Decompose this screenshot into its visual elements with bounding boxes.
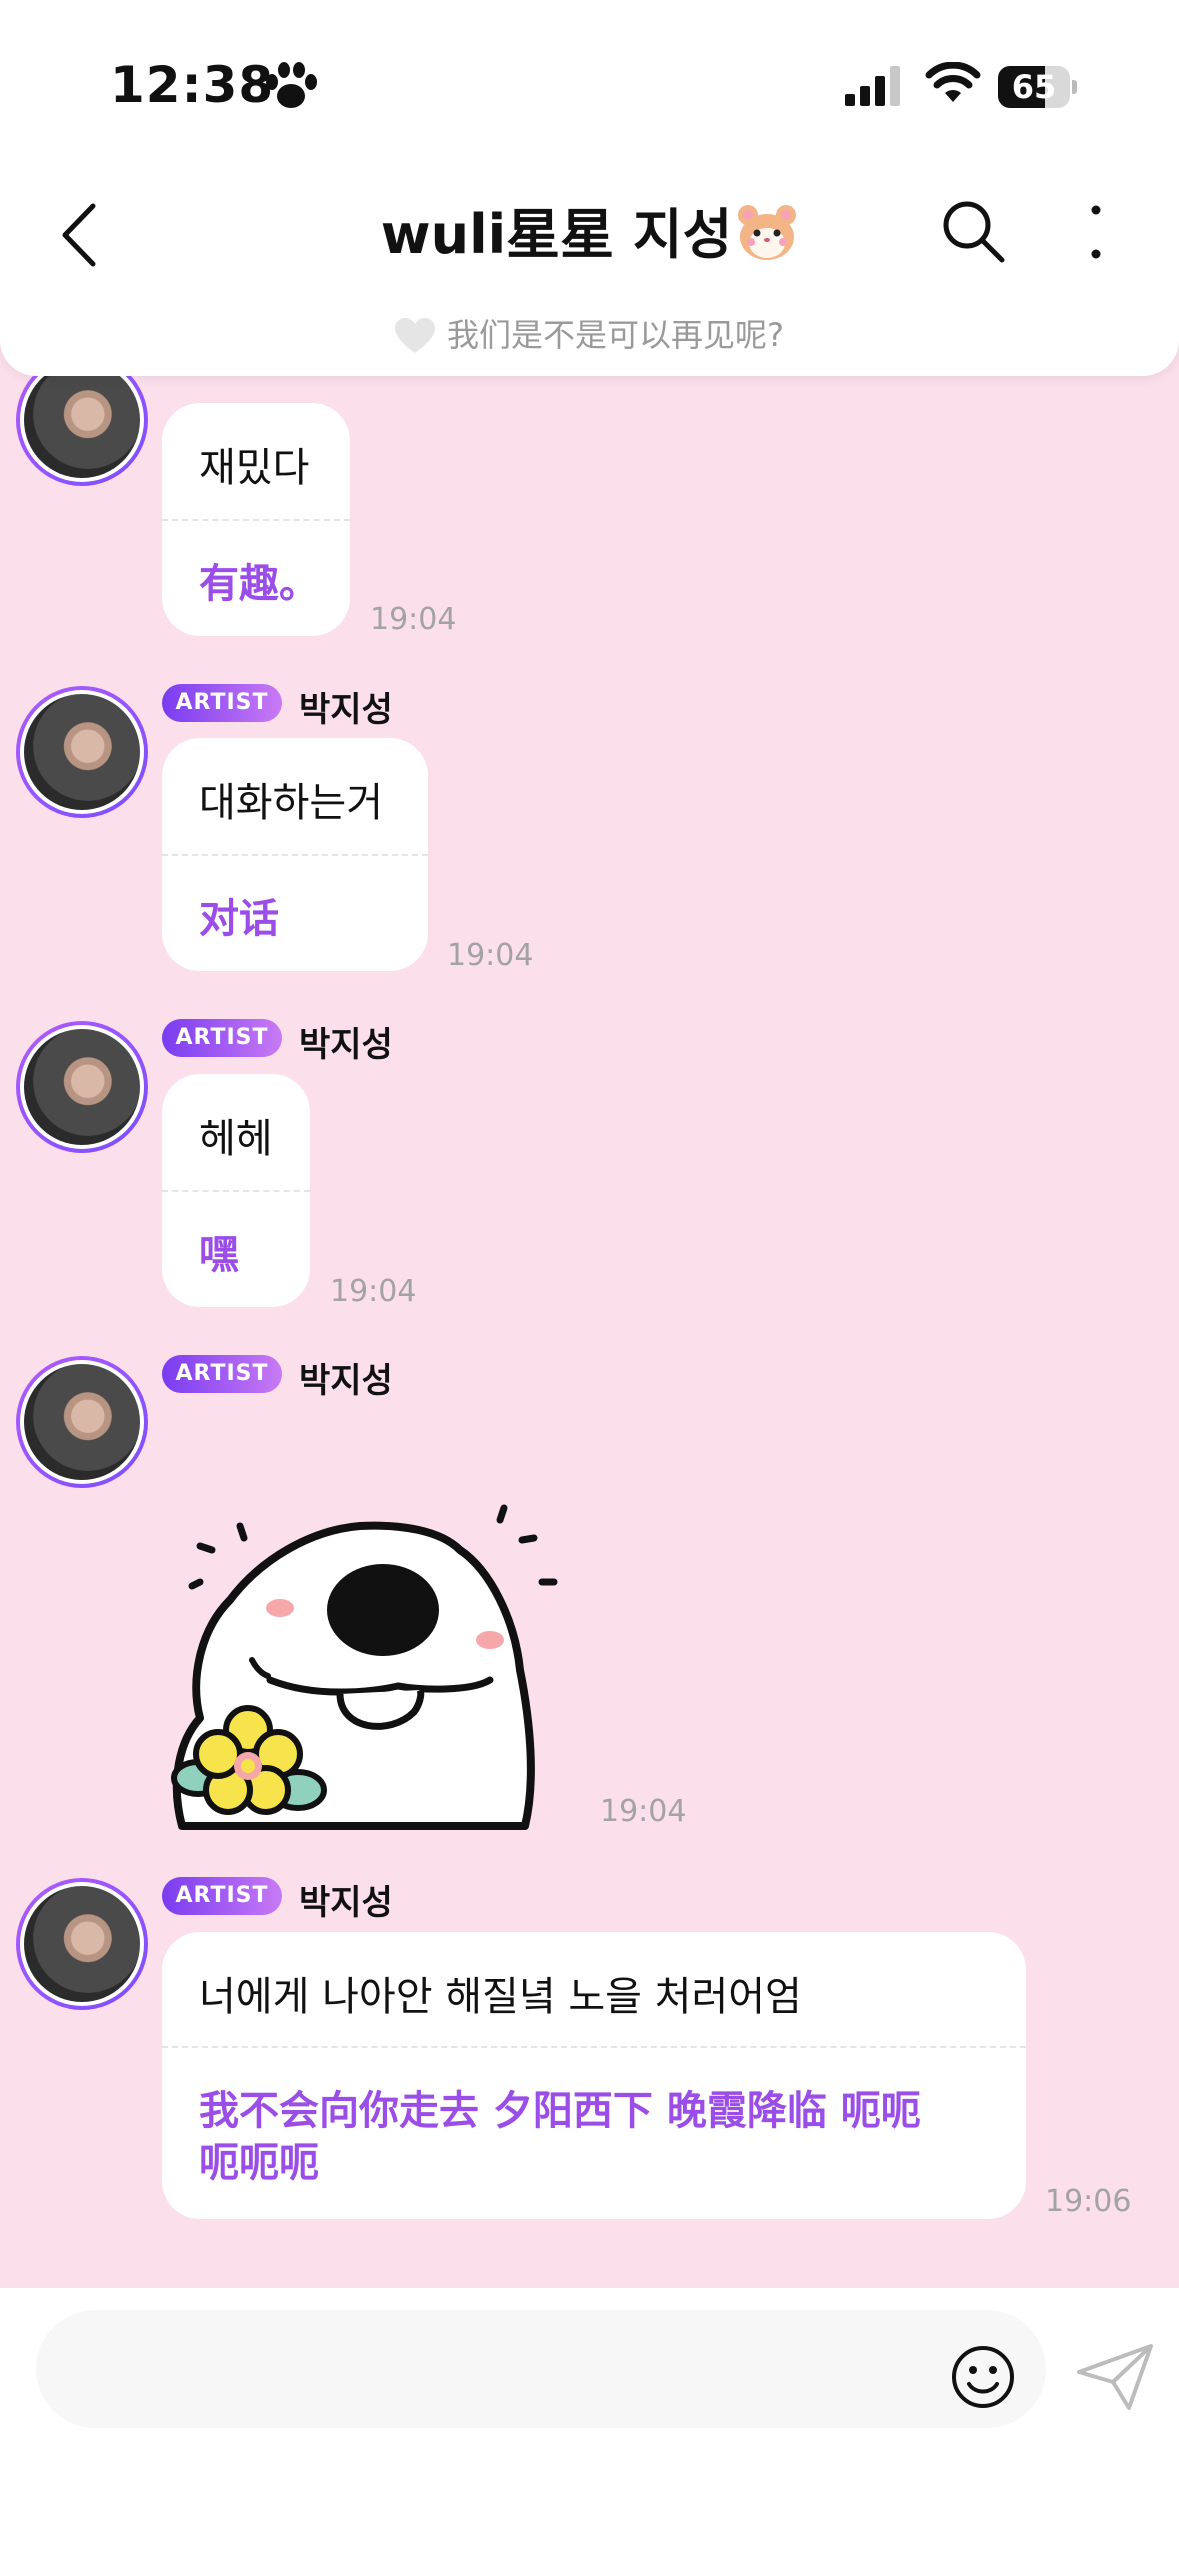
chat-header: wuli星星 지성 我们是不是可以再见呢?: [0, 160, 1179, 376]
artist-badge: ARTIST: [162, 1019, 282, 1057]
avatar[interactable]: [16, 1021, 148, 1153]
battery-indicator: 65: [998, 66, 1078, 108]
chat-notice[interactable]: 我们是不是可以再见呢?: [0, 310, 1179, 356]
hamster-emoji-icon: [738, 205, 797, 260]
artist-badge: ARTIST: [162, 1877, 282, 1915]
heart-icon: [395, 318, 435, 353]
message-time: 19:04: [330, 1274, 417, 1309]
message-input[interactable]: [36, 2310, 1046, 2428]
search-icon[interactable]: [940, 198, 1006, 264]
message-text: 헤헤: [199, 1116, 273, 1162]
message-translation-line2: 呃呃呃: [199, 2140, 319, 2186]
message-bubble[interactable]: 헤헤 嘿: [162, 1074, 310, 1307]
message-time: 19:04: [600, 1794, 687, 1829]
clock: 12:38: [110, 56, 275, 114]
message-translation: 有趣。: [199, 561, 319, 607]
message-text: 너에게 나아안 해질녘 노을 처러어엄: [199, 1974, 802, 2020]
sender-name: 박지성: [299, 1883, 393, 1923]
message-translation: 对话: [199, 896, 279, 942]
message-time: 19:04: [370, 602, 457, 637]
message-input-bar: [0, 2288, 1179, 2556]
send-icon[interactable]: [1075, 2342, 1155, 2412]
artist-badge: ARTIST: [162, 1355, 282, 1393]
message-text: 재밌다: [199, 445, 310, 491]
chat-title-text: wuli星星 지성: [380, 203, 733, 266]
message-bubble[interactable]: 너에게 나아안 해질녘 노을 처러어엄 我不会向你走去 夕阳西下 晚霞降临 呃呃…: [162, 1932, 1026, 2219]
battery-percent: 65: [1011, 68, 1057, 106]
message-time: 19:06: [1045, 2184, 1132, 2219]
message-bubble[interactable]: 재밌다 有趣。: [162, 403, 350, 636]
paw-icon: [266, 62, 317, 108]
avatar[interactable]: [16, 686, 148, 818]
artist-badge: ARTIST: [162, 684, 282, 722]
chat-notice-text: 我们是不是可以再见呢?: [447, 316, 784, 354]
avatar[interactable]: [16, 1356, 148, 1488]
cellular-signal-icon: [845, 66, 900, 106]
sender-name: 박지성: [299, 1025, 393, 1065]
message-bubble[interactable]: 대화하는거 对话: [162, 738, 428, 971]
sender-name: 박지성: [299, 1361, 393, 1401]
smile-icon[interactable]: [950, 2344, 1016, 2410]
message-translation-line1: 我不会向你走去 夕阳西下 晚霞降临 呃呃: [199, 2088, 921, 2134]
more-vertical-icon[interactable]: [1080, 200, 1112, 266]
sender-name: 박지성: [299, 690, 393, 730]
message-text: 대화하는거: [199, 780, 383, 826]
avatar[interactable]: [16, 1878, 148, 2010]
dog-sticker[interactable]: [170, 1490, 590, 1830]
status-bar: 12:38 65: [0, 0, 1179, 160]
message-translation: 嘿: [199, 1232, 239, 1278]
wifi-icon: [925, 62, 981, 102]
message-time: 19:04: [447, 938, 534, 973]
